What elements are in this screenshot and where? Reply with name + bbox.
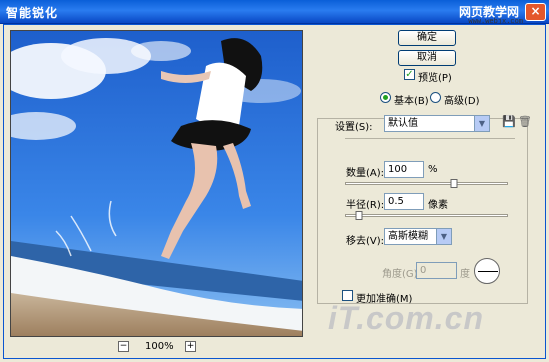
- amount-unit: %: [428, 164, 438, 175]
- settings-divider: [345, 138, 515, 139]
- radius-label: 半径(R):: [346, 200, 385, 211]
- radius-unit: 像素: [428, 200, 448, 211]
- zoom-out-button[interactable]: −: [118, 341, 129, 352]
- save-settings-icon[interactable]: 💾: [502, 115, 516, 128]
- preview-checkbox[interactable]: ✓: [404, 69, 415, 80]
- zoom-level: 100%: [145, 341, 174, 352]
- mode-basic-radio[interactable]: [380, 92, 391, 103]
- zoom-in-button[interactable]: +: [185, 341, 196, 352]
- settings-select[interactable]: 默认值 ▼: [384, 115, 490, 132]
- radius-slider-thumb[interactable]: [355, 211, 363, 220]
- cancel-button[interactable]: 取消: [398, 50, 456, 66]
- amount-slider-thumb[interactable]: [450, 179, 458, 188]
- remove-select[interactable]: 高斯模糊 ▼: [384, 228, 452, 245]
- angle-dial[interactable]: [474, 258, 500, 284]
- mode-advanced-radio[interactable]: [430, 92, 441, 103]
- amount-slider-track[interactable]: [345, 179, 508, 188]
- remove-value: 高斯模糊: [388, 231, 428, 242]
- watermark-logo: iT.com.cn: [328, 300, 484, 336]
- ok-button[interactable]: 确定: [398, 30, 456, 46]
- preview-label: 预览(P): [418, 73, 452, 84]
- preview-image[interactable]: [10, 30, 303, 337]
- beach-jump-photo: [11, 31, 302, 336]
- radius-input[interactable]: 0.5: [384, 193, 424, 210]
- angle-unit: 度: [460, 269, 470, 280]
- chevron-down-icon: ▼: [436, 229, 451, 244]
- zoom-bar: − 100% +: [118, 340, 198, 356]
- mode-basic-label: 基本(B): [394, 96, 429, 107]
- remove-label: 移去(V):: [346, 236, 385, 247]
- delete-settings-icon[interactable]: 🗑: [518, 115, 532, 128]
- settings-label: 设置(S):: [335, 122, 373, 133]
- settings-value: 默认值: [388, 118, 418, 129]
- mode-advanced-label: 高级(D): [444, 96, 480, 107]
- radius-slider-track[interactable]: [345, 211, 508, 220]
- close-button[interactable]: ×: [525, 3, 546, 21]
- angle-input[interactable]: 0: [416, 262, 457, 279]
- amount-label: 数量(A):: [346, 168, 385, 179]
- window-title: 智能锐化: [6, 6, 59, 20]
- amount-input[interactable]: 100: [384, 161, 424, 178]
- chevron-down-icon: ▼: [474, 116, 489, 131]
- title-bar: 智能锐化 网页教学网 www.webjx.com ×: [0, 0, 549, 26]
